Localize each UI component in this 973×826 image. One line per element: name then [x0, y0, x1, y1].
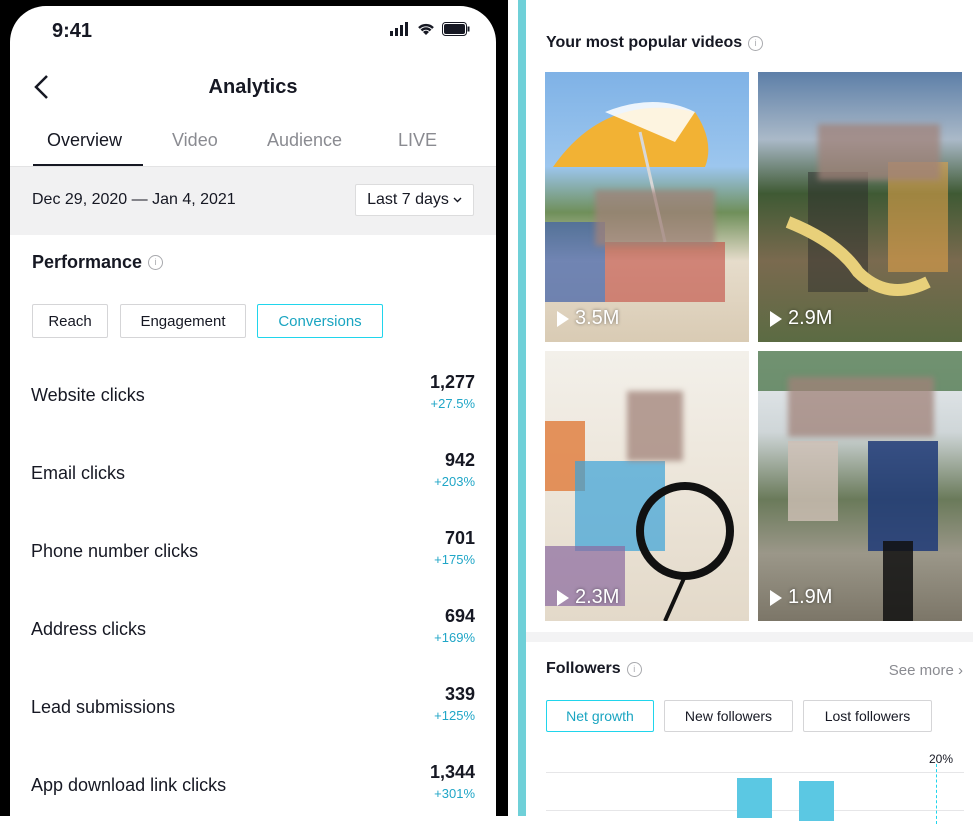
period-dropdown[interactable]: Last 7 days — [355, 184, 474, 216]
video-views: 2.9M — [770, 307, 832, 330]
chip-lost-followers[interactable]: Lost followers — [803, 700, 932, 732]
tab-video[interactable]: Video — [172, 130, 218, 151]
metric-change: +175% — [434, 552, 475, 567]
play-icon — [557, 310, 569, 327]
followers-heading: Followers i — [546, 660, 642, 678]
metric-row: Phone number clicks 701 +175% — [10, 524, 496, 584]
period-label: Last 7 days — [367, 191, 449, 208]
see-more-link[interactable]: See more › — [889, 662, 963, 679]
video-thumbnail[interactable]: 1.9M — [758, 351, 962, 621]
metric-label: Phone number clicks — [31, 541, 199, 561]
metric-value: 339 — [444, 684, 475, 704]
metric-change: +27.5% — [430, 396, 475, 411]
views-count: 1.9M — [788, 586, 833, 608]
popular-videos-title: Your most popular videos — [546, 34, 743, 51]
chip-engagement[interactable]: Engagement — [120, 304, 246, 338]
chip-net-growth[interactable]: Net growth — [546, 700, 654, 732]
chevron-down-icon — [453, 197, 462, 203]
video-thumbnail[interactable]: 3.5M — [545, 72, 749, 342]
card-edge — [518, 0, 526, 816]
blurred-face — [627, 391, 683, 461]
battery-icon — [442, 22, 470, 36]
metric-value: 694 — [444, 606, 475, 626]
video-views: 2.3M — [557, 586, 619, 609]
chart-axis-label: 20% — [928, 752, 953, 766]
followers-title: Followers — [546, 660, 621, 677]
metric-change: +125% — [434, 708, 475, 723]
status-icons — [390, 22, 470, 36]
status-bar: 9:41 — [10, 6, 496, 56]
blurred-faces — [818, 124, 940, 180]
views-count: 2.3M — [575, 586, 620, 608]
signal-icon — [390, 22, 408, 36]
performance-heading: Performance i — [32, 252, 164, 273]
info-icon[interactable]: i — [148, 255, 164, 270]
video-thumbnail[interactable]: 2.3M — [545, 351, 749, 621]
snake-image — [785, 162, 948, 296]
wifi-icon — [418, 23, 434, 35]
metric-value: 1,344 — [429, 762, 475, 782]
tab-audience[interactable]: Audience — [267, 130, 342, 151]
metric-row: Website clicks 1,277 +27.5% — [10, 368, 496, 428]
video-thumbnail[interactable]: 2.9M — [758, 72, 962, 342]
metric-row: App download link clicks 1,344 +301% — [10, 758, 496, 818]
views-count: 2.9M — [788, 307, 833, 329]
info-icon[interactable]: i — [748, 35, 764, 51]
play-icon — [770, 310, 782, 327]
metric-label: Website clicks — [31, 385, 145, 405]
metric-change: +169% — [434, 630, 475, 645]
active-tab-indicator — [33, 164, 143, 166]
video-views: 1.9M — [770, 586, 832, 609]
chip-reach[interactable]: Reach — [32, 304, 108, 338]
chip-new-followers[interactable]: New followers — [664, 700, 793, 732]
metric-label: App download link clicks — [31, 775, 227, 795]
metric-label: Lead submissions — [31, 697, 176, 717]
date-range: Dec 29, 2020 — Jan 4, 2021 — [32, 191, 236, 208]
metric-label: Email clicks — [31, 463, 126, 483]
play-icon — [557, 589, 569, 606]
metric-value: 1,277 — [429, 372, 475, 392]
play-icon — [770, 589, 782, 606]
popular-videos-heading: Your most popular videos i — [546, 34, 764, 52]
phone-frame: 9:41 Analytics Overview Video Audience L… — [0, 0, 508, 826]
followers-bar — [737, 778, 772, 818]
metric-row: Email clicks 942 +203% — [10, 446, 496, 506]
grid-line — [546, 772, 964, 773]
metric-value: 942 — [444, 450, 475, 470]
video-views: 3.5M — [557, 307, 619, 330]
tab-overview[interactable]: Overview — [47, 130, 122, 151]
tab-live[interactable]: LIVE — [398, 130, 437, 151]
views-count: 3.5M — [575, 307, 620, 329]
current-marker — [936, 764, 937, 824]
blurred-faces — [788, 377, 934, 437]
blurred-faces — [595, 190, 715, 246]
navigation-bar: Analytics — [10, 68, 496, 108]
popular-videos-panel: Your most popular videos i 3.5M 2.9M 2.3… — [526, 0, 973, 824]
page-title: Analytics — [208, 76, 298, 98]
metric-row: Address clicks 694 +169% — [10, 602, 496, 662]
metric-label: Address clicks — [31, 619, 147, 639]
followers-bar — [799, 781, 834, 821]
metric-change: +203% — [434, 474, 475, 489]
metric-value: 701 — [444, 528, 475, 548]
analytics-tabs: Overview Video Audience LIVE — [10, 118, 496, 167]
status-time: 9:41 — [52, 20, 93, 42]
metric-row: Lead submissions 339 +125% — [10, 680, 496, 740]
performance-title: Performance — [32, 252, 143, 272]
analytics-screen: 9:41 Analytics Overview Video Audience L… — [10, 6, 496, 826]
chip-conversions[interactable]: Conversions — [257, 304, 383, 338]
section-divider — [526, 632, 973, 642]
info-icon[interactable]: i — [626, 661, 642, 677]
metric-change: +301% — [434, 786, 475, 801]
